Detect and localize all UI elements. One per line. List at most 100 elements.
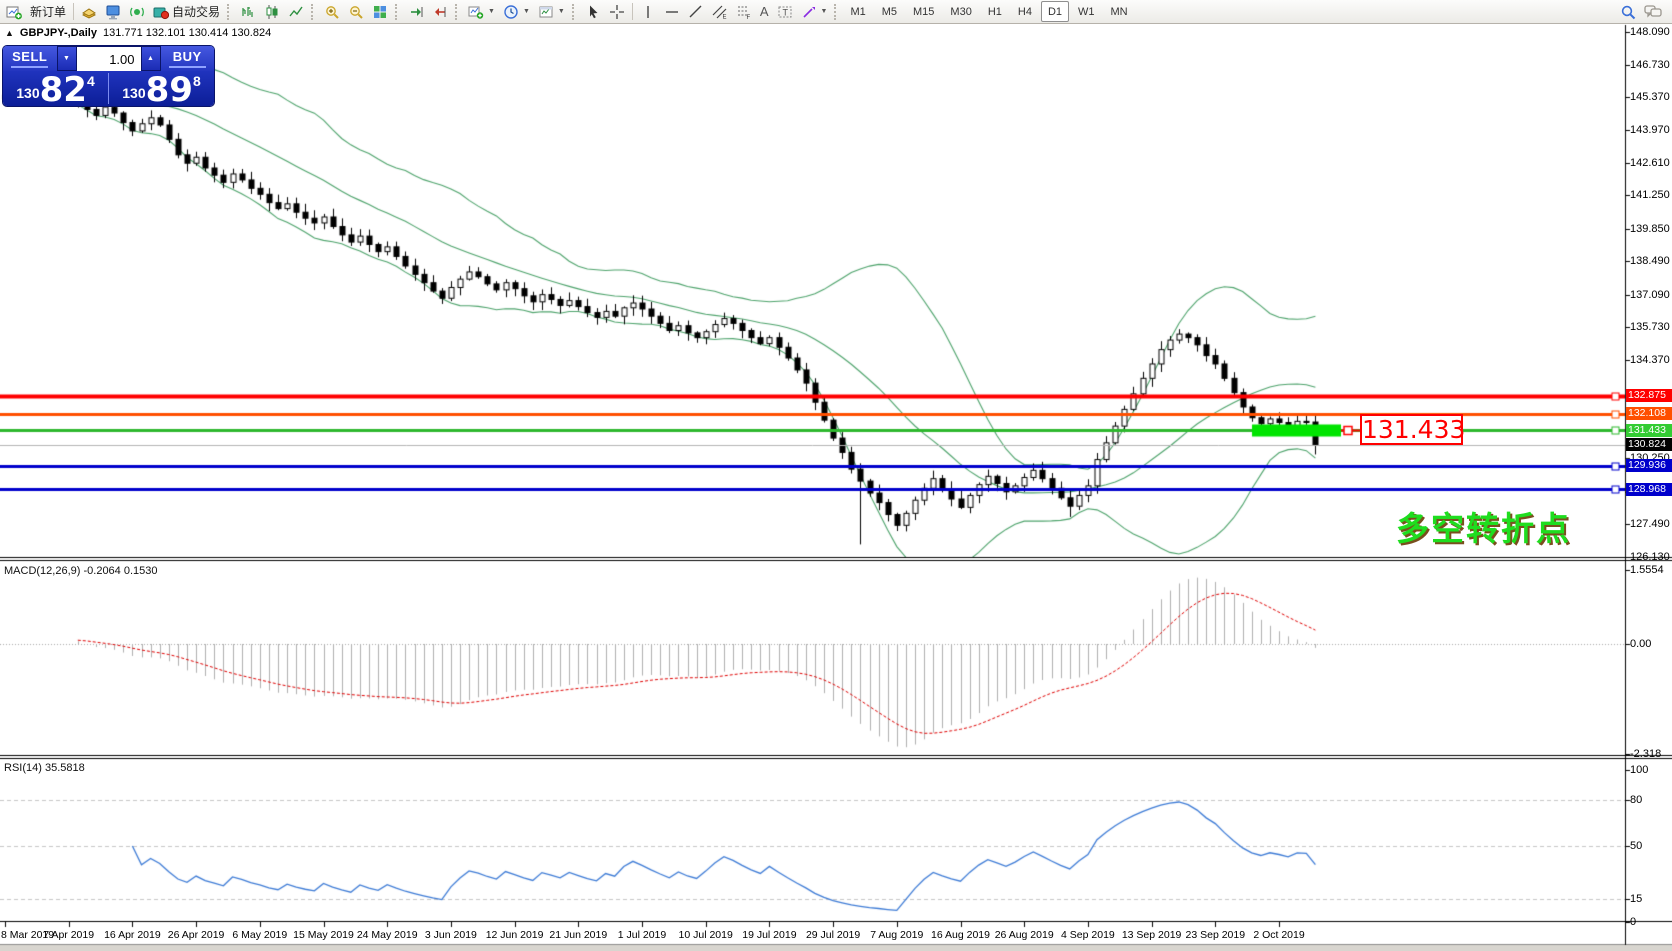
crosshair-icon bbox=[609, 4, 624, 19]
buy-button-label: BUY bbox=[172, 49, 202, 64]
date-axis-label: 2 Oct 2019 bbox=[1253, 929, 1305, 941]
buy-price[interactable]: 130 89 8 bbox=[109, 70, 214, 111]
price-axis-label: 146.730 bbox=[1630, 58, 1670, 71]
timeframe-m1[interactable]: M1 bbox=[843, 1, 872, 22]
text-tool[interactable]: A bbox=[756, 0, 773, 23]
rsi-axis-label: 15 bbox=[1630, 893, 1643, 906]
text-label-tool[interactable]: T bbox=[773, 0, 797, 23]
panel-collapse-icon[interactable]: ▲ bbox=[5, 28, 14, 38]
buy-price-figure: 130 bbox=[122, 85, 146, 101]
macd-axis-label: -2.318 bbox=[1630, 748, 1662, 761]
monitor-icon bbox=[106, 5, 120, 19]
templates-dropdown[interactable]: ▼ bbox=[534, 0, 569, 23]
webphone-button[interactable] bbox=[125, 0, 149, 23]
dropdown-caret: ▼ bbox=[488, 8, 495, 15]
zoom-out-button[interactable] bbox=[344, 0, 368, 23]
template-icon bbox=[539, 6, 553, 17]
line-chart-mode-button[interactable] bbox=[284, 0, 308, 23]
tile-windows-button[interactable] bbox=[368, 0, 392, 23]
trendline-tool[interactable] bbox=[684, 0, 708, 23]
periods-dropdown[interactable]: ▼ bbox=[499, 0, 534, 23]
rsi-axis-label: 80 bbox=[1630, 794, 1643, 807]
autotrading-icon bbox=[153, 7, 170, 19]
new-order-label: 新订单 bbox=[30, 5, 67, 19]
symbol-period-label: GBPJPY-,Daily bbox=[19, 27, 97, 39]
rsi-axis-label: 0 bbox=[1630, 916, 1637, 928]
shapes-dropdown[interactable]: ▼ bbox=[797, 0, 832, 23]
indicators-dropdown[interactable]: ▼ bbox=[464, 0, 499, 23]
sell-price-figure: 130 bbox=[16, 85, 40, 101]
chart-shift-icon bbox=[435, 6, 446, 17]
buy-price-pips: 89 bbox=[145, 70, 193, 111]
main-toolbar: 新订单 自动交易 ▼ ▼ ▼ E F A T ▼ M1 M5 M15 M30 H… bbox=[0, 0, 1672, 24]
price-axis-label: 143.970 bbox=[1630, 124, 1670, 137]
annotation-cn-text[interactable]: 多空转折点 bbox=[1396, 502, 1571, 550]
cursor-tool-button[interactable] bbox=[581, 0, 605, 23]
chart-canvas[interactable] bbox=[0, 0, 1672, 951]
cursor-icon bbox=[589, 5, 598, 18]
new-chart-icon bbox=[6, 6, 22, 19]
timeframe-mn[interactable]: MN bbox=[1104, 1, 1135, 22]
timeframe-h4[interactable]: H4 bbox=[1011, 1, 1039, 22]
rsi-axis-label: 50 bbox=[1630, 840, 1643, 852]
buy-button[interactable]: BUY bbox=[160, 46, 214, 71]
sell-price-pips: 82 bbox=[39, 70, 87, 111]
zoom-in-button[interactable] bbox=[320, 0, 344, 23]
new-chart-button[interactable] bbox=[2, 0, 26, 23]
timeframe-m15[interactable]: M15 bbox=[906, 1, 941, 22]
vertical-line-tool[interactable] bbox=[636, 0, 660, 23]
dropdown-caret: ▼ bbox=[557, 8, 565, 15]
volume-control: ▼ 1.00 ▲ bbox=[56, 46, 161, 71]
price-axis-label: 148.090 bbox=[1630, 26, 1670, 38]
fibonacci-tool[interactable]: F bbox=[732, 0, 756, 23]
candlestick-mode-button[interactable] bbox=[260, 0, 284, 23]
horizontal-line-icon bbox=[665, 10, 678, 13]
volume-decrease-button[interactable]: ▼ bbox=[56, 46, 77, 71]
buy-price-point: 8 bbox=[192, 73, 201, 89]
fibonacci-icon: F bbox=[737, 6, 750, 20]
macd-axis-label: 1.5554 bbox=[1630, 564, 1664, 577]
sell-button-label: SELL bbox=[12, 49, 48, 64]
timeframe-bar: M1 M5 M15 M30 H1 H4 D1 W1 MN bbox=[843, 1, 1134, 22]
timeframe-w1[interactable]: W1 bbox=[1071, 1, 1102, 22]
market-watch-button[interactable] bbox=[77, 0, 101, 23]
timeframe-d1[interactable]: D1 bbox=[1040, 1, 1070, 22]
horizontal-line-tool[interactable] bbox=[660, 0, 684, 23]
tile-windows-icon bbox=[374, 5, 387, 18]
rsi-label: RSI(14) 35.5818 bbox=[4, 762, 85, 774]
sell-accent-bar bbox=[11, 66, 49, 68]
level-price-badge: 132.875 bbox=[1626, 389, 1672, 403]
autotrading-button[interactable]: 自动交易 bbox=[149, 0, 224, 23]
level-price-badge: 128.968 bbox=[1626, 482, 1672, 496]
terminal-button[interactable] bbox=[101, 0, 125, 23]
vertical-line-icon bbox=[647, 5, 649, 18]
price-axis-label: 139.850 bbox=[1630, 222, 1670, 235]
chat-icon[interactable] bbox=[1644, 4, 1662, 20]
auto-scroll-button[interactable] bbox=[404, 0, 428, 23]
chart-shift-button[interactable] bbox=[428, 0, 452, 23]
sell-price[interactable]: 130 82 4 bbox=[3, 70, 108, 111]
search-icon[interactable] bbox=[1620, 4, 1636, 20]
equidistant-channel-tool[interactable]: AE bbox=[708, 0, 732, 23]
arrows-icon bbox=[802, 6, 815, 18]
price-axis-label: 142.610 bbox=[1630, 156, 1670, 169]
timeframe-h1[interactable]: H1 bbox=[981, 1, 1009, 22]
sell-price-point: 4 bbox=[86, 73, 95, 89]
volume-input[interactable]: 1.00 bbox=[76, 46, 141, 71]
volume-increase-button[interactable]: ▲ bbox=[140, 46, 161, 71]
price-flag-131433[interactable]: 131.433 bbox=[1360, 414, 1465, 445]
new-order-button[interactable]: 新订单 bbox=[26, 0, 70, 23]
timeframe-m30[interactable]: M30 bbox=[943, 1, 978, 22]
ohlc-values: 131.771 132.101 130.414 130.824 bbox=[102, 27, 272, 39]
rsi-axis-label: 100 bbox=[1630, 764, 1649, 776]
crosshair-tool-button[interactable] bbox=[605, 0, 629, 23]
webphone-icon bbox=[130, 7, 144, 16]
sell-button[interactable]: SELL bbox=[3, 46, 57, 71]
bar-chart-mode-button[interactable] bbox=[236, 0, 260, 23]
clock-icon bbox=[504, 4, 518, 19]
level-price-badge: 130.824 bbox=[1626, 438, 1672, 452]
timeframe-m5[interactable]: M5 bbox=[875, 1, 904, 22]
dropdown-caret: ▼ bbox=[522, 8, 530, 15]
autotrading-label: 自动交易 bbox=[172, 5, 221, 19]
level-price-badge: 131.433 bbox=[1626, 423, 1672, 437]
